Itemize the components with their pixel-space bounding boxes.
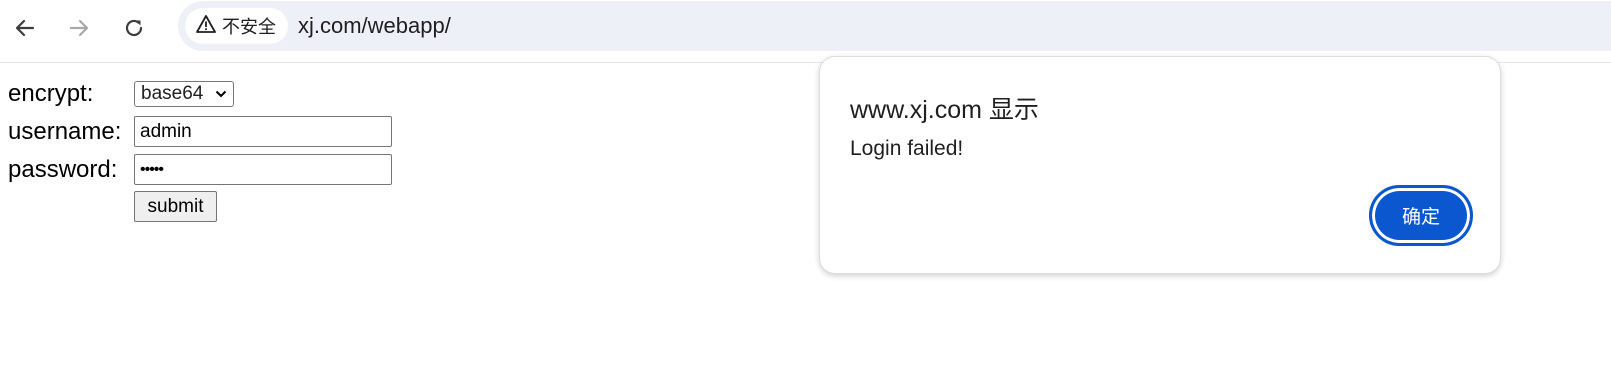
encrypt-label: encrypt: bbox=[8, 80, 94, 107]
reload-button[interactable] bbox=[114, 8, 154, 48]
ok-button[interactable]: 确定 bbox=[1369, 185, 1473, 246]
address-bar[interactable]: 不安全 xj.com/webapp/ bbox=[178, 1, 1611, 51]
alert-dialog: www.xj.com 显示 Login failed! 确定 bbox=[819, 56, 1501, 274]
url-text[interactable]: xj.com/webapp/ bbox=[298, 1, 451, 51]
dialog-title: www.xj.com 显示 bbox=[850, 96, 1039, 124]
security-label: 不安全 bbox=[222, 17, 276, 37]
encrypt-select-value: base64 bbox=[141, 83, 204, 104]
reload-icon bbox=[122, 16, 146, 40]
submit-button[interactable]: submit bbox=[134, 191, 217, 222]
arrow-left-icon bbox=[13, 16, 37, 40]
browser-toolbar: 不安全 xj.com/webapp/ bbox=[0, 0, 1611, 63]
encrypt-select[interactable]: base64 bbox=[134, 81, 234, 107]
back-button[interactable] bbox=[5, 8, 45, 48]
password-label: password: bbox=[8, 156, 118, 183]
arrow-right-icon bbox=[67, 16, 91, 40]
password-input[interactable]: ••••• bbox=[134, 154, 392, 185]
username-label: username: bbox=[8, 118, 122, 145]
forward-button[interactable] bbox=[59, 8, 99, 48]
security-indicator[interactable]: 不安全 bbox=[185, 8, 288, 44]
login-form: encrypt: base64 username: admin password… bbox=[0, 63, 800, 372]
chevron-down-icon bbox=[215, 81, 227, 107]
username-input[interactable]: admin bbox=[134, 116, 392, 147]
warning-icon bbox=[196, 14, 216, 39]
dialog-message: Login failed! bbox=[850, 137, 964, 160]
